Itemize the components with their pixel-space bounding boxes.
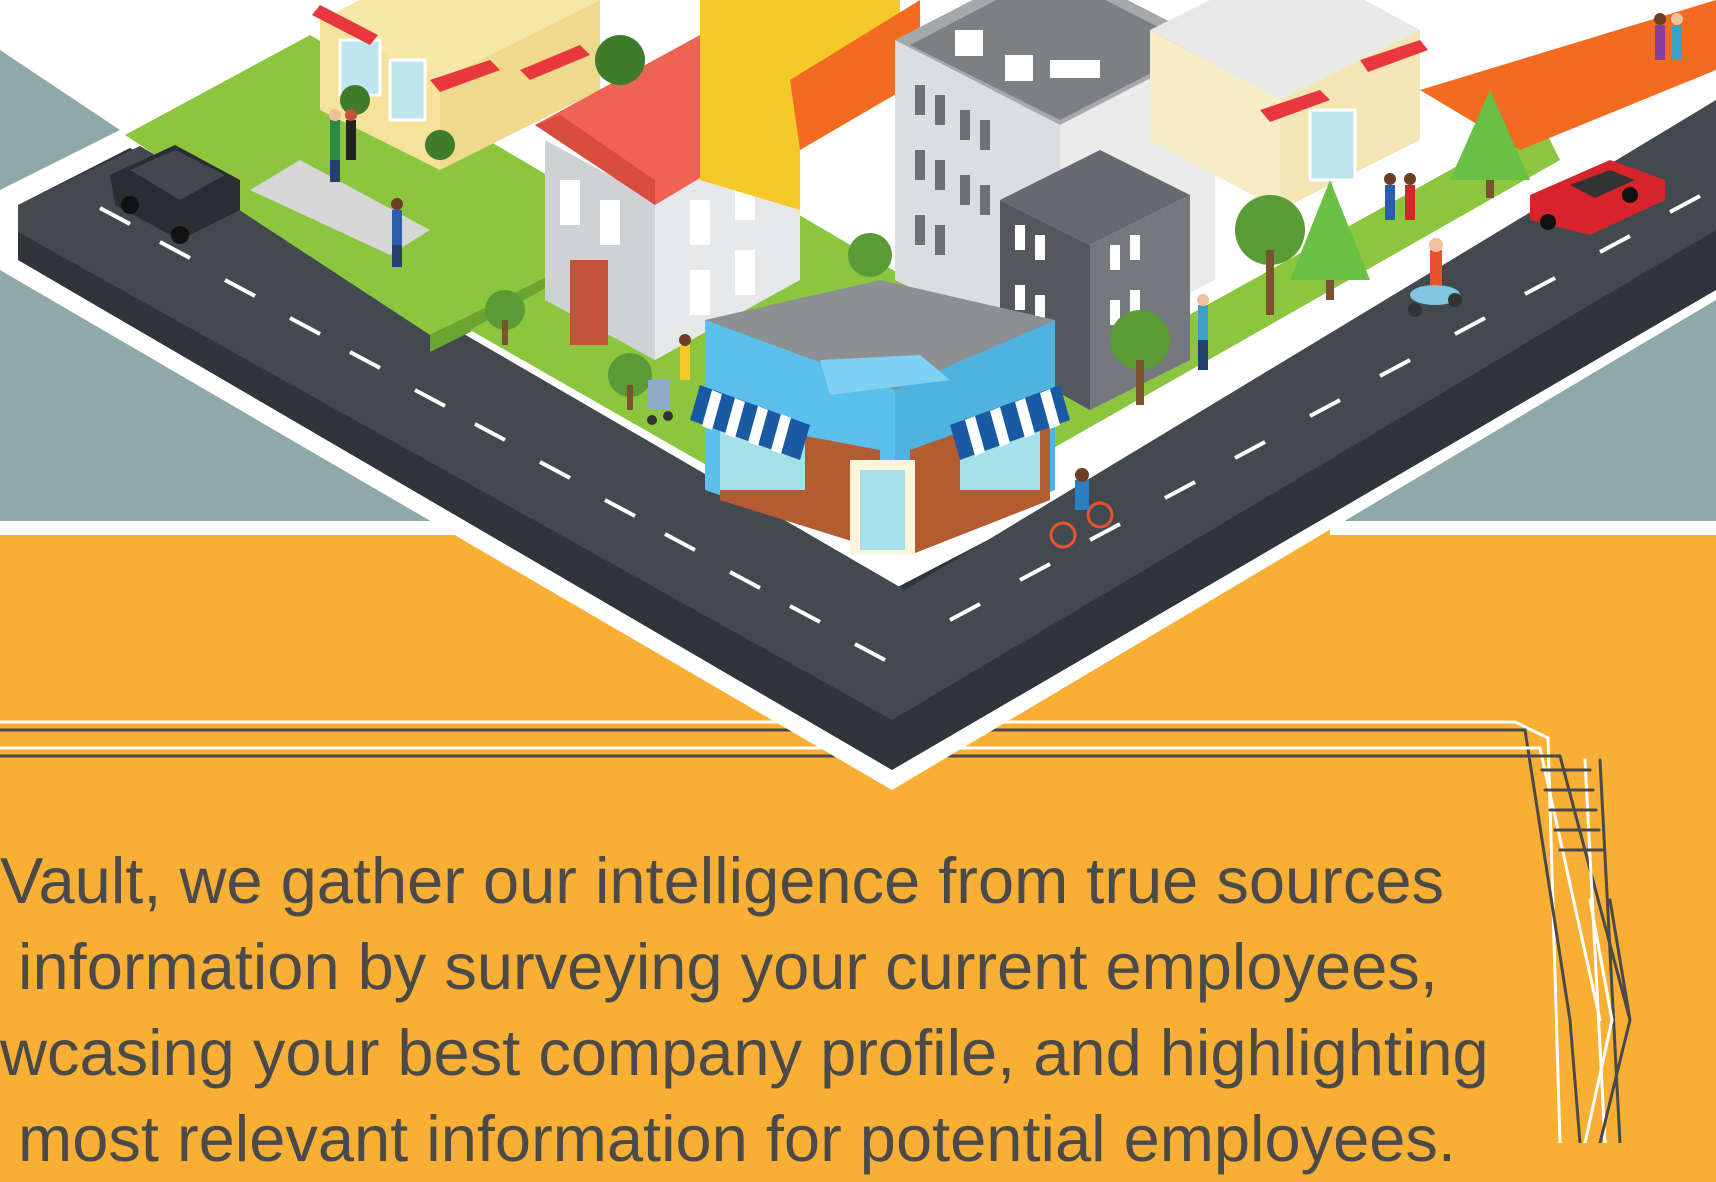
body-paragraph: Vault, we gather our intelligence from t… [0,838,1540,1182]
body-line-3: wcasing your best company profile, and h… [0,1016,1489,1089]
body-line-1: Vault, we gather our intelligence from t… [0,844,1444,917]
body-line-2: information by surveying your current em… [0,930,1438,1003]
body-line-4: most relevant information for potential … [0,1102,1456,1175]
